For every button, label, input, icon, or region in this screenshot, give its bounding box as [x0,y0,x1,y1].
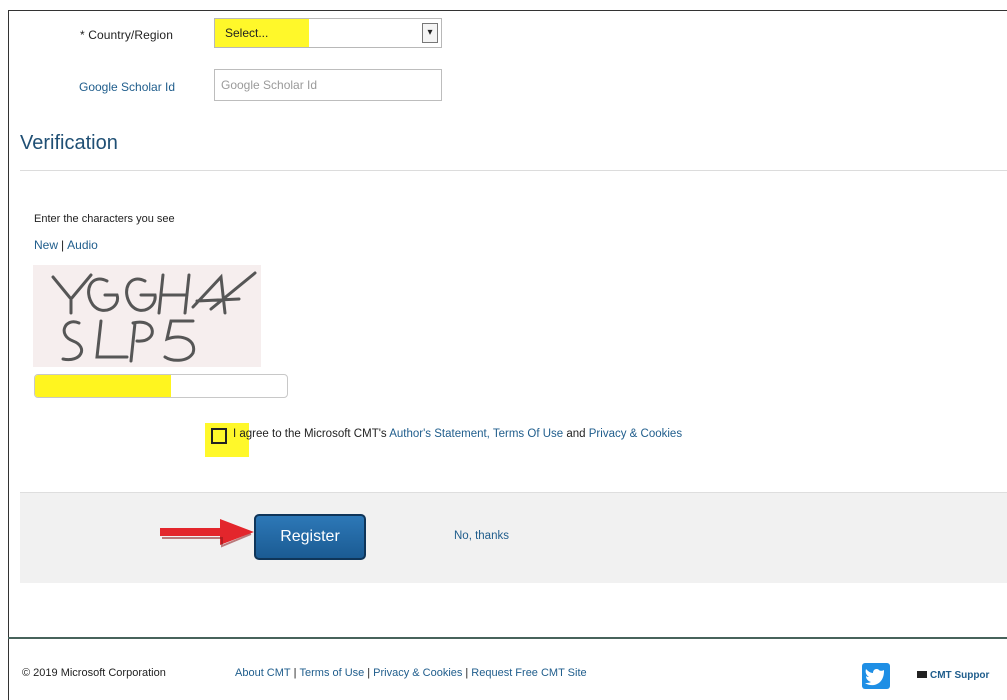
terms-of-use-link[interactable]: Terms Of Use [493,428,563,440]
footer-separator: | [367,667,371,679]
no-thanks-link[interactable]: No, thanks [454,530,509,542]
cmt-support-link[interactable]: CMT Suppor [917,670,989,681]
footer-divider [8,637,1007,639]
captcha-link-separator: | [61,238,65,252]
section-divider [20,170,1007,171]
captcha-input-highlight [35,375,172,397]
agreement-lead-text: I agree to the Microsoft CMT's [233,428,387,440]
footer-about-link[interactable]: About CMT [235,667,291,679]
captcha-prompt: Enter the characters you see [34,213,175,225]
agreement-text: I agree to the Microsoft CMT's Author's … [233,428,682,440]
chevron-down-icon[interactable]: ▾ [422,23,438,43]
footer-terms-link[interactable]: Terms of Use [300,667,365,679]
footer-privacy-link[interactable]: Privacy & Cookies [373,667,462,679]
footer-separator: | [293,667,297,679]
country-region-label: * Country/Region [80,28,173,42]
footer-copyright: © 2019 Microsoft Corporation [22,667,166,679]
captcha-image [33,265,261,367]
twitter-icon[interactable] [862,663,890,689]
google-scholar-label: Google Scholar Id [79,80,176,94]
footer-request-link[interactable]: Request Free CMT Site [471,667,586,679]
captcha-new-link[interactable]: New [34,238,58,252]
captcha-links: New | Audio [34,238,98,252]
register-button[interactable]: Register [254,514,366,560]
authors-statement-link[interactable]: Author's Statement, [389,428,490,440]
footer-separator: | [465,667,469,679]
captcha-image-svg [33,265,261,367]
google-scholar-input[interactable] [214,69,442,101]
verification-title: Verification [20,132,118,154]
captcha-audio-link[interactable]: Audio [67,238,98,252]
twitter-bird-icon [865,669,884,686]
captcha-input[interactable] [34,374,288,398]
country-region-selected-value: Select... [225,26,269,40]
privacy-cookies-link[interactable]: Privacy & Cookies [589,428,682,440]
country-region-select[interactable]: Select... ▾ [214,18,442,48]
red-arrow-icon [160,519,254,548]
agreement-and-text: and [566,428,586,440]
footer-links: About CMT | Terms of Use | Privacy & Cookies… [235,667,587,679]
agree-checkbox[interactable] [211,428,227,444]
